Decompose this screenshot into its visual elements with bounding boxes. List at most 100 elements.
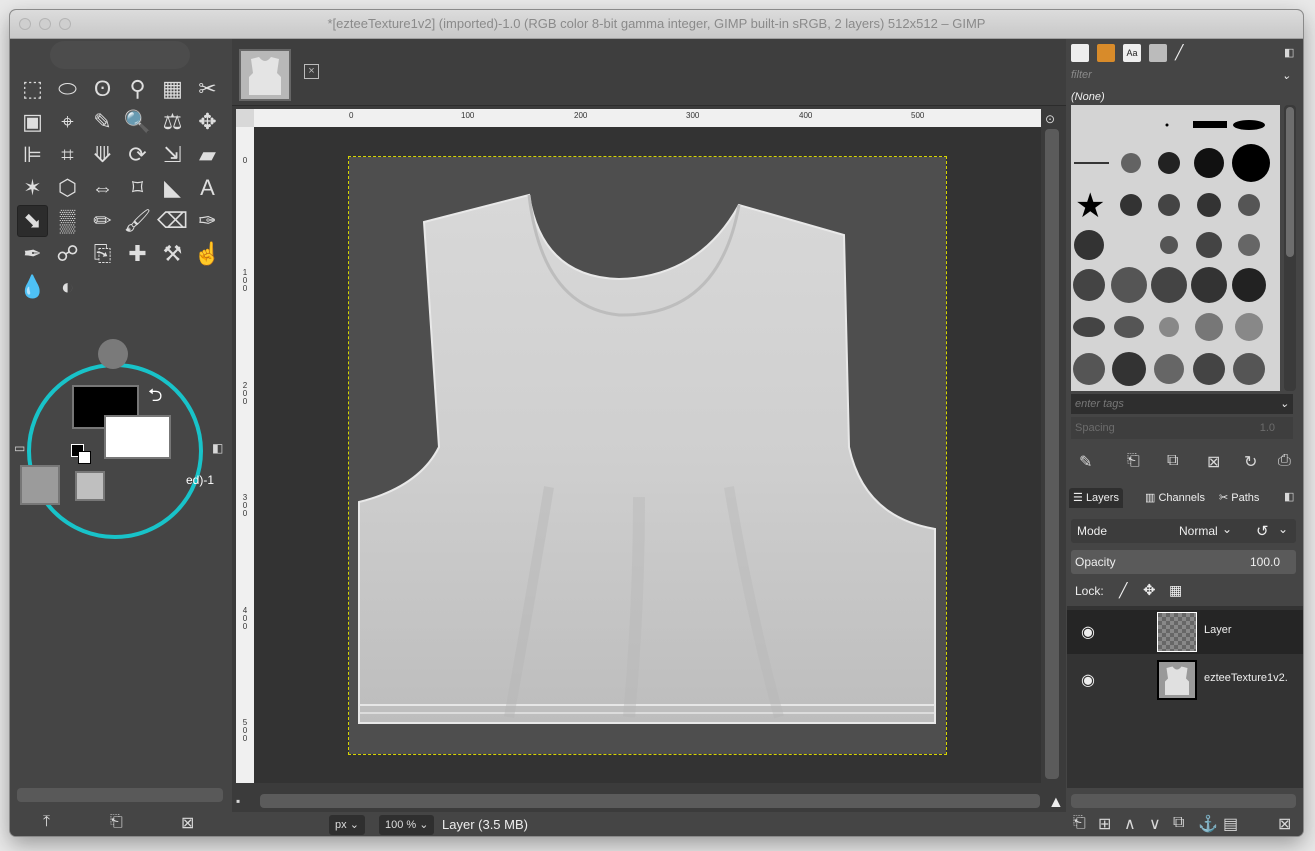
lock-alpha-icon[interactable]: ▦: [1169, 582, 1182, 599]
ink-icon[interactable]: ✒: [17, 238, 48, 270]
eye-icon[interactable]: ◉: [1081, 622, 1095, 642]
lock-position-icon[interactable]: ✥: [1143, 581, 1156, 599]
free-select-icon[interactable]: ʘ: [87, 73, 118, 105]
move-icon[interactable]: ✥: [192, 106, 223, 138]
paths-icon[interactable]: ⌖: [52, 106, 83, 138]
new-brush-icon[interactable]: ⎗: [1127, 452, 1140, 470]
navigate-icon[interactable]: ▲: [1048, 794, 1064, 812]
anchor-icon[interactable]: ⚓: [1198, 814, 1218, 834]
warp-icon[interactable]: ◣: [157, 172, 188, 204]
heal-icon[interactable]: ✚: [122, 238, 153, 270]
open-as-image-icon[interactable]: ⎙: [1278, 452, 1291, 470]
vertical-ruler[interactable]: 0 1 0 0 2 0 0 3 0 0 4 0 0 5 0 0: [236, 127, 254, 783]
scissors-select-icon[interactable]: ✂: [192, 73, 223, 105]
eye-icon[interactable]: ◉: [1081, 670, 1095, 690]
layer-name[interactable]: Layer: [1204, 624, 1232, 636]
zoom-select[interactable]: 100 % ⌄: [379, 815, 435, 835]
canvas-horizontal-scrollbar[interactable]: [260, 794, 1040, 808]
flip-icon[interactable]: ⇔: [87, 172, 118, 204]
new-image-icon[interactable]: ⎗: [110, 813, 123, 831]
dock-menu-icon[interactable]: ◧: [1284, 46, 1294, 59]
left-dock-scrollbar[interactable]: [17, 788, 223, 802]
patterns-tab-icon[interactable]: [1097, 44, 1115, 62]
edit-brush-icon[interactable]: ✎: [1079, 452, 1092, 472]
lower-layer-icon[interactable]: ∨: [1149, 814, 1161, 834]
zoom-icon[interactable]: 🔍: [122, 106, 153, 138]
dock-menu-icon[interactable]: ◧: [212, 441, 223, 455]
select-by-color-icon[interactable]: ▦: [157, 73, 188, 105]
brush-filter[interactable]: filter ⌄: [1071, 69, 1293, 87]
quick-mask-toggle[interactable]: ▪: [236, 794, 240, 808]
new-layer-icon[interactable]: ⎗: [1073, 814, 1086, 832]
crop-icon[interactable]: ⌗: [52, 139, 83, 171]
zoom-lock-icon[interactable]: ⊙: [1045, 112, 1055, 126]
image-thumb-2[interactable]: [75, 471, 105, 501]
warp-transform-icon[interactable]: ✶: [17, 172, 48, 204]
brush-spacing-field[interactable]: Spacing 1.0: [1071, 417, 1293, 439]
brushes-tab-icon[interactable]: [1071, 44, 1089, 62]
unit-select[interactable]: px ⌄: [329, 815, 365, 835]
canvas-vertical-scrollbar[interactable]: [1045, 129, 1059, 779]
clone-icon[interactable]: ⎘: [87, 238, 118, 270]
brush-grid[interactable]: ★: [1071, 105, 1280, 391]
layer-name[interactable]: ezteeTexture1v2.: [1204, 672, 1288, 684]
image-tab-thumbnail[interactable]: [239, 49, 291, 101]
layer-row[interactable]: ◉ Layer: [1067, 610, 1303, 654]
layers-list[interactable]: ◉ Layer ◉ ezteeTexture1v2.: [1067, 606, 1303, 788]
dodge-burn-icon[interactable]: ◐: [52, 271, 83, 303]
lock-pixels-icon[interactable]: ╱: [1119, 582, 1127, 599]
paint-dynamics-tab-icon[interactable]: ╱: [1175, 44, 1193, 62]
dock-menu-icon[interactable]: ◧: [1284, 490, 1294, 503]
image-thumb-1[interactable]: [20, 465, 60, 505]
delete-brush-icon[interactable]: ⊠: [1207, 452, 1220, 472]
rect-select-icon[interactable]: ⬚: [17, 73, 48, 105]
tab-close-icon[interactable]: ×: [304, 64, 319, 79]
mode-switch-icon[interactable]: ↺: [1256, 522, 1269, 540]
rotate-icon[interactable]: ⟳: [122, 139, 153, 171]
mypaint-brush-icon[interactable]: ☍: [52, 238, 83, 270]
raise-top-icon[interactable]: ⤒: [43, 813, 50, 831]
fuzzy-select-icon[interactable]: ⚲: [122, 73, 153, 105]
refresh-brushes-icon[interactable]: ↻: [1244, 452, 1257, 472]
duplicate-brush-icon[interactable]: ⧉: [1167, 452, 1178, 470]
measure-icon[interactable]: ⚖: [157, 106, 188, 138]
airbrush-icon[interactable]: ✑: [192, 205, 223, 237]
tab-layers[interactable]: ☰ Layers: [1069, 488, 1123, 508]
unified-transform-icon[interactable]: ⟱: [87, 139, 118, 171]
blur-icon[interactable]: 💧: [17, 271, 48, 303]
shear-icon[interactable]: ▰: [192, 139, 223, 171]
color-picker-icon[interactable]: ✎: [87, 106, 118, 138]
scale-icon[interactable]: ⇲: [157, 139, 188, 171]
layers-scrollbar[interactable]: [1071, 794, 1296, 808]
swap-colors-icon[interactable]: ⮌: [148, 383, 162, 413]
smudge-icon[interactable]: ☝: [192, 238, 223, 270]
ellipse-select-icon[interactable]: ⬭: [52, 73, 83, 105]
horizontal-ruler[interactable]: 0 100 200 300 400 500: [254, 109, 1041, 127]
images-dock-icon[interactable]: ▭: [14, 441, 25, 455]
foreground-select-icon[interactable]: ▣: [17, 106, 48, 138]
pencil-icon[interactable]: ✏: [87, 205, 118, 237]
text-icon[interactable]: A: [192, 172, 223, 204]
layer-mode-select[interactable]: Mode Normal ⌄ ↺ ⌄: [1071, 519, 1296, 543]
cage-transform-icon[interactable]: ⌑: [122, 172, 153, 204]
bucket-fill-icon[interactable]: ⬊: [17, 205, 48, 237]
perspective-clone-icon[interactable]: ⚒: [157, 238, 188, 270]
tab-paths[interactable]: ✂ Paths: [1215, 488, 1263, 508]
brush-scrollbar[interactable]: [1284, 105, 1296, 391]
paintbrush-icon[interactable]: 🖌: [122, 205, 153, 237]
mask-icon[interactable]: ▤: [1223, 814, 1238, 834]
layer-row[interactable]: ◉ ezteeTexture1v2.: [1067, 658, 1303, 702]
delete-icon[interactable]: ⊠: [181, 813, 194, 833]
raise-layer-icon[interactable]: ∧: [1124, 814, 1136, 834]
align-icon[interactable]: ⊫: [17, 139, 48, 171]
document-history-tab-icon[interactable]: [1149, 44, 1167, 62]
delete-layer-icon[interactable]: ⊠: [1278, 814, 1291, 834]
gradient-icon[interactable]: ▒: [52, 205, 83, 237]
layer-opacity-field[interactable]: Opacity 100.0: [1071, 550, 1296, 574]
new-layer-group-icon[interactable]: ⊞: [1098, 814, 1111, 834]
duplicate-layer-icon[interactable]: ⧉: [1173, 814, 1184, 832]
default-colors-icon[interactable]: [71, 444, 91, 464]
tab-channels[interactable]: ▥ Channels: [1141, 488, 1209, 508]
quick-mask-corner[interactable]: [236, 109, 254, 127]
fonts-tab-icon[interactable]: Aa: [1123, 44, 1141, 62]
